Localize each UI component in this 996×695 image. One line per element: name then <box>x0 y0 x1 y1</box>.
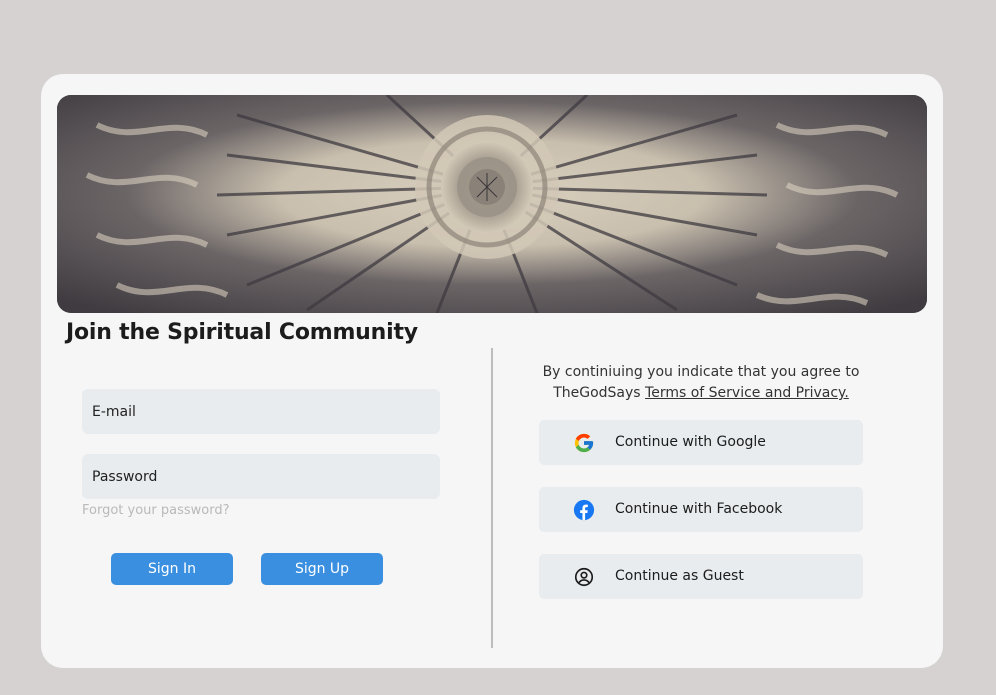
page-title: Join the Spiritual Community <box>66 320 418 345</box>
sign-in-button[interactable]: Sign In <box>111 553 233 585</box>
continue-google-button[interactable]: Continue with Google <box>539 420 863 465</box>
login-card: Join the Spiritual Community Forgot your… <box>41 74 943 668</box>
forgot-password-link[interactable]: Forgot your password? <box>82 503 230 518</box>
banner-image <box>57 95 927 313</box>
facebook-f-icon <box>573 499 595 521</box>
email-field[interactable] <box>82 389 440 434</box>
password-field[interactable] <box>82 454 440 499</box>
vertical-divider <box>491 348 493 648</box>
google-g-icon <box>573 432 595 454</box>
sign-up-button[interactable]: Sign Up <box>261 553 383 585</box>
consent-text: By continiuing you indicate that you agr… <box>541 362 861 404</box>
google-button-label: Continue with Google <box>615 434 766 450</box>
continue-guest-button[interactable]: Continue as Guest <box>539 554 863 599</box>
terms-link[interactable]: Terms of Service and Privacy. <box>645 385 849 401</box>
continue-facebook-button[interactable]: Continue with Facebook <box>539 487 863 532</box>
flower-artwork-icon <box>57 95 927 313</box>
facebook-button-label: Continue with Facebook <box>615 501 783 517</box>
user-circle-icon <box>573 566 595 588</box>
guest-button-label: Continue as Guest <box>615 568 744 584</box>
